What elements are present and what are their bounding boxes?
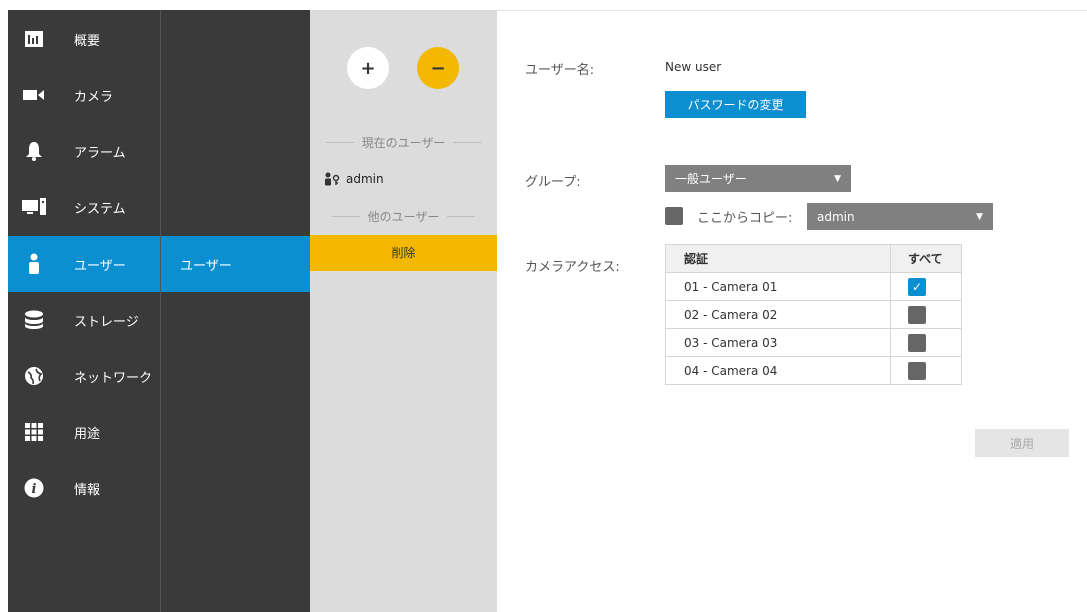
camera-checkbox-checked[interactable]: ✓ <box>908 277 926 296</box>
group-select[interactable]: 一般ユーザー ▼ <box>665 165 851 192</box>
nav-label: カメラ <box>74 89 114 105</box>
admin-user-icon <box>324 172 342 186</box>
column-header-all[interactable]: すべて <box>890 244 962 273</box>
table-row: 01 - Camera 01 ✓ <box>665 272 962 301</box>
other-users-header: 他のユーザー <box>310 208 497 225</box>
camera-name: 02 - Camera 02 <box>665 300 891 329</box>
divider <box>447 216 476 217</box>
change-password-button[interactable]: パスワードの変更 <box>665 91 806 118</box>
camera-name: 03 - Camera 03 <box>665 328 891 357</box>
nav-label: 概要 <box>74 33 101 49</box>
info-icon: i <box>22 476 46 500</box>
nav-label: ユーザー <box>74 258 126 274</box>
camera-name: 04 - Camera 04 <box>665 356 891 385</box>
nav-label: アラーム <box>74 145 126 161</box>
top-divider <box>497 10 1087 11</box>
remove-user-button[interactable]: − <box>417 47 459 89</box>
camera-access-label: カメラアクセス: <box>525 260 620 275</box>
user-item-admin[interactable]: admin <box>324 172 384 186</box>
table-row: 02 - Camera 02 <box>665 300 962 329</box>
video-camera-icon <box>22 83 46 107</box>
divider <box>331 216 360 217</box>
copy-from-select-value: admin <box>817 209 855 224</box>
checkbox-cell <box>890 356 962 385</box>
column-header-auth: 認証 <box>665 244 891 273</box>
nav-item-system[interactable]: システム <box>8 179 160 235</box>
checkbox-cell: ✓ <box>890 272 962 301</box>
table-header-row: 認証 すべて <box>665 244 962 273</box>
nav-item-storage[interactable]: ストレージ <box>8 292 160 348</box>
nav-item-info[interactable]: i 情報 <box>8 460 160 516</box>
database-icon <box>22 308 46 332</box>
divider <box>453 142 482 143</box>
bell-icon <box>22 139 46 163</box>
divider <box>325 142 354 143</box>
user-icon <box>22 252 46 276</box>
camera-checkbox[interactable] <box>908 361 926 380</box>
nav-item-alarm[interactable]: アラーム <box>8 123 160 179</box>
nav-label: 用途 <box>74 426 101 442</box>
nav-label: システム <box>74 201 126 217</box>
checkbox-cell <box>890 328 962 357</box>
copy-from-label: ここからコピー: <box>697 211 793 226</box>
add-user-button[interactable]: + <box>347 47 389 89</box>
group-select-value: 一般ユーザー <box>675 172 747 186</box>
user-list-panel: + − 現在のユーザー admin 他のユーザー 削除 <box>310 10 497 612</box>
chevron-down-icon: ▼ <box>834 173 841 184</box>
apply-button[interactable]: 適用 <box>975 429 1069 457</box>
chevron-down-icon: ▼ <box>976 211 983 222</box>
svg-text:i: i <box>32 482 37 497</box>
user-name: admin <box>346 172 384 186</box>
nav-label: 情報 <box>74 482 101 498</box>
checkbox-cell <box>890 300 962 329</box>
copy-from-select[interactable]: admin ▼ <box>807 203 993 230</box>
nav-item-camera[interactable]: カメラ <box>8 67 160 123</box>
username-label: ユーザー名: <box>525 63 595 78</box>
nav-item-apps[interactable]: 用途 <box>8 404 160 460</box>
username-value: New user <box>665 60 722 74</box>
group-label: グループ: <box>525 175 581 190</box>
copy-from-checkbox[interactable] <box>665 207 683 225</box>
nav-item-user[interactable]: ユーザー <box>8 236 160 292</box>
computer-icon <box>22 195 46 219</box>
nav-label: ネットワーク <box>74 370 153 386</box>
other-users-label: 他のユーザー <box>367 210 440 224</box>
camera-access-table: 認証 すべて 01 - Camera 01 ✓ 02 - Camera 02 0… <box>665 244 962 385</box>
sub-sidebar: ユーザー <box>160 10 311 612</box>
table-row: 03 - Camera 03 <box>665 328 962 357</box>
nav-item-network[interactable]: ネットワーク <box>8 348 160 404</box>
app-root: 概要 カメラ アラーム システム ユーザー ストレージ ネットワーク 用途 i … <box>0 0 1087 612</box>
camera-name: 01 - Camera 01 <box>665 272 891 301</box>
camera-checkbox[interactable] <box>908 305 926 324</box>
main-sidebar: 概要 カメラ アラーム システム ユーザー ストレージ ネットワーク 用途 i … <box>8 10 160 612</box>
camera-checkbox[interactable] <box>908 333 926 352</box>
globe-icon <box>22 364 46 388</box>
bar-chart-icon <box>22 27 46 51</box>
check-icon: ✓ <box>911 279 923 294</box>
current-users-label: 現在のユーザー <box>361 136 446 150</box>
nav-label: ストレージ <box>74 314 139 330</box>
grid-icon <box>22 420 46 444</box>
current-users-header: 現在のユーザー <box>310 134 497 151</box>
nav-item-overview[interactable]: 概要 <box>8 11 160 67</box>
table-row: 04 - Camera 04 <box>665 356 962 385</box>
delete-button[interactable]: 削除 <box>310 235 497 271</box>
subnav-item-user[interactable]: ユーザー <box>161 236 311 292</box>
